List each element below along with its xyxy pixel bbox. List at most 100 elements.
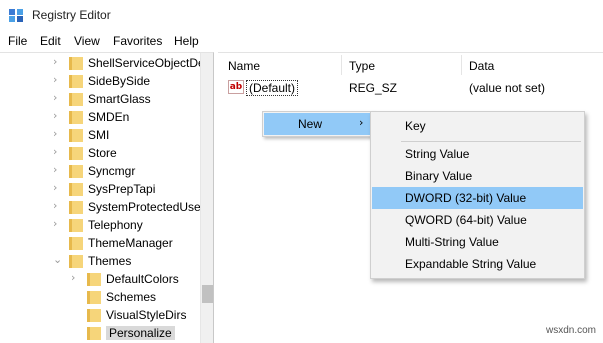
tree-item-label: SMDEn [88, 110, 130, 124]
folder-icon [69, 57, 83, 70]
folder-icon [69, 237, 83, 250]
tree-item-shellserviceobjectde[interactable]: › ShellServiceObjectDe [0, 54, 213, 72]
context-menu-new[interactable]: New › [264, 113, 372, 135]
tree-item-schemes[interactable]: Schemes [0, 288, 213, 306]
chevron-right-icon[interactable]: › [53, 56, 63, 68]
chevron-right-icon: › [359, 116, 364, 129]
tree-item-themes[interactable]: ⌄ Themes [0, 252, 213, 270]
folder-icon [69, 129, 83, 142]
chevron-right-icon[interactable]: › [71, 272, 81, 284]
context-menu-new-label: New [298, 117, 323, 131]
submenu-item-label: Binary Value [405, 169, 473, 183]
registry-tree[interactable]: › ShellServiceObjectDe › SideBySide › SmartGl… [0, 52, 214, 343]
registry-editor-icon [9, 9, 23, 22]
chevron-right-icon[interactable]: › [53, 182, 63, 194]
folder-icon [69, 165, 83, 178]
tree-item-label: Telephony [88, 218, 143, 232]
submenu-item-string-value[interactable]: String Value [372, 143, 583, 165]
watermark: wsxdn.com [546, 325, 597, 336]
submenu-item-binary-value[interactable]: Binary Value [372, 165, 583, 187]
folder-icon [87, 291, 101, 304]
folder-icon [69, 147, 83, 160]
column-divider[interactable] [341, 55, 342, 75]
tree-item-label: ShellServiceObjectDe [88, 56, 205, 70]
tree-item-label: Personalize [106, 326, 175, 340]
tree-item-label: VisualStyleDirs [106, 308, 187, 322]
string-value-icon: ab [228, 80, 244, 94]
tree-item-label: Syncmgr [88, 164, 136, 178]
submenu-item-label: DWORD (32-bit) Value [405, 191, 527, 205]
chevron-right-icon[interactable]: › [53, 128, 63, 140]
chevron-right-icon[interactable]: › [53, 164, 63, 176]
folder-icon [69, 219, 83, 232]
chevron-down-icon[interactable]: ⌄ [53, 254, 63, 266]
value-name[interactable]: (Default) [246, 80, 299, 96]
tree-item-label: SMI [88, 128, 110, 142]
tree-item-smartglass[interactable]: › SmartGlass [0, 90, 213, 108]
new-submenu: Key String Value Binary Value DWORD (32-bit… [370, 111, 585, 279]
context-menu: New › [262, 111, 374, 137]
submenu-item-label: Multi-String Value [405, 235, 499, 249]
tree-item-smi[interactable]: › SMI [0, 126, 213, 144]
menu-bar: File Edit View Favorites Help [0, 31, 603, 51]
tree-item-systemprotecteduser[interactable]: › SystemProtectedUser [0, 198, 213, 216]
tree-item-syspreptapi[interactable]: › SysPrepTapi [0, 180, 213, 198]
tree-item-defaultcolors[interactable]: › DefaultColors [0, 270, 213, 288]
chevron-right-icon[interactable]: › [53, 74, 63, 86]
tree-item-smden[interactable]: › SMDEn [0, 108, 213, 126]
tree-item-personalize[interactable]: Personalize [0, 324, 213, 342]
folder-icon [69, 93, 83, 106]
submenu-item-label: String Value [405, 147, 470, 161]
folder-icon [87, 327, 101, 340]
submenu-item-key[interactable]: Key [372, 115, 583, 137]
tree-item-label: ThemeManager [88, 236, 173, 250]
folder-icon [69, 183, 83, 196]
chevron-right-icon[interactable]: › [53, 218, 63, 230]
value-name-text: (Default) [246, 80, 299, 96]
menu-file[interactable]: File [8, 34, 27, 48]
column-header-type[interactable]: Type [349, 59, 375, 73]
chevron-right-icon[interactable]: › [53, 110, 63, 122]
submenu-item-dword-32-bit-value[interactable]: DWORD (32-bit) Value [372, 187, 583, 209]
folder-icon [69, 75, 83, 88]
title-bar: Registry Editor [0, 0, 603, 30]
tree-scrollbar-thumb[interactable] [202, 285, 213, 303]
chevron-right-icon[interactable]: › [53, 146, 63, 158]
tree-item-label: SystemProtectedUser [88, 200, 205, 214]
tree-item-telephony[interactable]: › Telephony [0, 216, 213, 234]
folder-icon [69, 201, 83, 214]
tree-item-sidebyside[interactable]: › SideBySide [0, 72, 213, 90]
tree-item-label: DefaultColors [106, 272, 179, 286]
menu-edit[interactable]: Edit [40, 34, 61, 48]
submenu-item-label: Key [405, 119, 426, 133]
submenu-item-multi-string-value[interactable]: Multi-String Value [372, 231, 583, 253]
submenu-item-qword-64-bit-value[interactable]: QWORD (64-bit) Value [372, 209, 583, 231]
folder-icon [87, 273, 101, 286]
tree-item-label: SideBySide [88, 74, 151, 88]
tree-item-label: SmartGlass [88, 92, 151, 106]
column-header-data[interactable]: Data [469, 59, 494, 73]
window-title: Registry Editor [32, 8, 111, 22]
folder-icon [69, 111, 83, 124]
tree-item-visualstyledirs[interactable]: VisualStyleDirs [0, 306, 213, 324]
menu-help[interactable]: Help [174, 34, 199, 48]
value-type: REG_SZ [349, 81, 398, 95]
folder-icon [87, 309, 101, 322]
menu-separator [401, 141, 581, 142]
chevron-right-icon[interactable]: › [53, 92, 63, 104]
tree-item-label: Themes [88, 254, 132, 268]
column-divider[interactable] [461, 55, 462, 75]
submenu-item-label: QWORD (64-bit) Value [405, 213, 527, 227]
value-data: (value not set) [469, 81, 546, 95]
tree-item-store[interactable]: › Store [0, 144, 213, 162]
menu-view[interactable]: View [74, 34, 100, 48]
submenu-item-expandable-string-value[interactable]: Expandable String Value [372, 253, 583, 275]
folder-icon [69, 255, 83, 268]
tree-scrollbar[interactable] [200, 53, 213, 343]
menu-favorites[interactable]: Favorites [113, 34, 162, 48]
tree-item-thememanager[interactable]: ThemeManager [0, 234, 213, 252]
column-header-name[interactable]: Name [228, 59, 260, 73]
tree-item-label: SysPrepTapi [88, 182, 156, 196]
tree-item-syncmgr[interactable]: › Syncmgr [0, 162, 213, 180]
chevron-right-icon[interactable]: › [53, 200, 63, 212]
